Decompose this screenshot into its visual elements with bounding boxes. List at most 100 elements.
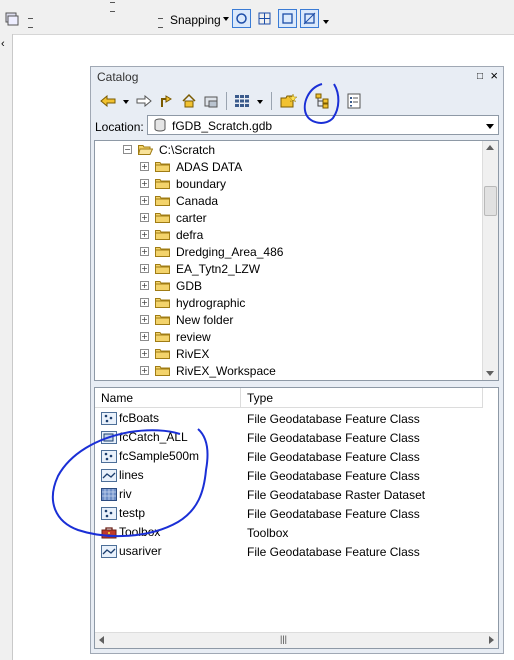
main-toolbar: Snapping bbox=[0, 0, 514, 35]
item-name: testp bbox=[119, 506, 146, 520]
item-name: fcBoats bbox=[119, 411, 160, 425]
expand-node-icon[interactable]: + bbox=[140, 281, 149, 290]
scroll-right-icon[interactable] bbox=[489, 636, 494, 644]
tree-node[interactable]: + carter bbox=[140, 209, 207, 226]
tree-node-label: C:\Scratch bbox=[159, 142, 216, 157]
folder-icon bbox=[155, 196, 170, 206]
snapping-options-dropdown-icon[interactable] bbox=[323, 20, 329, 24]
tree-node[interactable]: + EA_Tytn2_LZW bbox=[140, 260, 260, 277]
list-item[interactable]: fcBoats File Geodatabase Feature Class bbox=[95, 409, 483, 428]
connect-to-folder-icon[interactable] bbox=[202, 92, 220, 110]
snapping-menu[interactable]: Snapping bbox=[170, 13, 221, 27]
expand-node-icon[interactable]: + bbox=[140, 162, 149, 171]
new-folder-icon[interactable] bbox=[280, 92, 298, 110]
item-description-icon[interactable] bbox=[345, 92, 363, 110]
home-icon[interactable] bbox=[180, 92, 198, 110]
column-header-type[interactable]: Type bbox=[241, 388, 483, 408]
expand-node-icon[interactable]: + bbox=[140, 179, 149, 188]
point-snapping-button[interactable] bbox=[232, 9, 251, 28]
tree-node-label: EA_Tytn2_LZW bbox=[176, 261, 261, 276]
expand-node-icon[interactable]: + bbox=[140, 247, 149, 256]
expand-node-icon[interactable]: + bbox=[140, 332, 149, 341]
location-combobox[interactable]: fGDB_Scratch.gdb bbox=[147, 115, 499, 135]
tree-node-label: defra bbox=[176, 227, 204, 242]
folder-icon bbox=[155, 332, 170, 342]
chevron-down-icon[interactable] bbox=[486, 124, 494, 129]
toolbar-grip[interactable] bbox=[110, 2, 115, 12]
contents-horizontal-scrollbar[interactable]: ||| bbox=[95, 632, 498, 648]
tree-node-label: Canada bbox=[176, 193, 219, 208]
catalog-contents-list[interactable]: Name Type fcBoats File Geodatabase Featur… bbox=[94, 387, 499, 649]
list-item[interactable]: Toolbox Toolbox bbox=[95, 523, 483, 542]
scroll-left-icon[interactable] bbox=[99, 636, 104, 644]
tree-vertical-scrollbar[interactable] bbox=[482, 141, 498, 380]
item-type: File Geodatabase Feature Class bbox=[247, 450, 420, 464]
expand-node-icon[interactable]: + bbox=[140, 230, 149, 239]
tree-node[interactable]: + Canada bbox=[140, 192, 218, 209]
folder-icon bbox=[155, 213, 170, 223]
list-item[interactable]: fcSample500m File Geodatabase Feature Cla… bbox=[95, 447, 483, 466]
location-value: fGDB_Scratch.gdb bbox=[172, 119, 273, 133]
tree-node-label: ADAS DATA bbox=[176, 159, 243, 174]
edge-snapping-button[interactable] bbox=[300, 9, 319, 28]
list-item[interactable]: lines File Geodatabase Feature Class bbox=[95, 466, 483, 485]
catalog-tree[interactable]: − C:\Scratch + ADAS DATA + boundary + Canada +… bbox=[94, 140, 499, 381]
folder-icon bbox=[155, 281, 170, 291]
tree-node[interactable]: + RivEX bbox=[140, 345, 209, 362]
collapse-icon[interactable]: ‹ bbox=[1, 38, 5, 50]
expand-node-icon[interactable]: + bbox=[140, 366, 149, 375]
close-icon[interactable]: × bbox=[490, 68, 498, 83]
views-dropdown-icon[interactable] bbox=[257, 100, 263, 104]
line-feature-class-icon bbox=[101, 544, 117, 558]
scroll-down-icon[interactable] bbox=[486, 371, 494, 376]
expand-node-icon[interactable]: + bbox=[140, 213, 149, 222]
toolbar-grip[interactable] bbox=[158, 18, 163, 28]
tree-node[interactable]: + boundary bbox=[140, 175, 226, 192]
tree-node[interactable]: + Dredging_Area_486 bbox=[140, 243, 283, 260]
chevron-down-icon[interactable] bbox=[223, 17, 229, 21]
end-snapping-button[interactable] bbox=[256, 10, 273, 27]
back-dropdown-icon[interactable] bbox=[123, 100, 129, 104]
expand-node-icon[interactable]: + bbox=[140, 264, 149, 273]
expand-node-icon[interactable]: + bbox=[140, 298, 149, 307]
tree-node-label: RivEX bbox=[176, 346, 210, 361]
tree-node[interactable]: + ADAS DATA bbox=[140, 158, 242, 175]
list-item[interactable]: usariver File Geodatabase Feature Class bbox=[95, 542, 483, 561]
expand-node-icon[interactable]: + bbox=[140, 196, 149, 205]
up-one-level-icon[interactable] bbox=[158, 92, 176, 110]
location-label: Location: bbox=[95, 120, 144, 134]
list-item[interactable]: fcCatch_ALL File Geodatabase Feature Clas… bbox=[95, 428, 483, 447]
expand-node-icon[interactable]: + bbox=[140, 315, 149, 324]
vertex-snapping-button[interactable] bbox=[278, 9, 297, 28]
list-item[interactable]: riv File Geodatabase Raster Dataset bbox=[95, 485, 483, 504]
catalog-title: Catalog bbox=[97, 70, 139, 84]
tree-node[interactable]: + RivEX_Workspace bbox=[140, 362, 276, 379]
tree-node[interactable]: + defra bbox=[140, 226, 203, 243]
toggle-contents-panel-icon[interactable] bbox=[313, 92, 331, 110]
list-item[interactable]: testp File Geodatabase Feature Class bbox=[95, 504, 483, 523]
tree-node[interactable]: + hydrographic bbox=[140, 294, 245, 311]
tree-node[interactable]: + review bbox=[140, 328, 211, 345]
open-folder-icon bbox=[138, 145, 153, 155]
point-feature-class-icon bbox=[101, 506, 117, 520]
tree-node-label: boundary bbox=[176, 176, 227, 191]
tree-node-label: RivEX_Workspace bbox=[176, 363, 276, 378]
auto-hide-pin-icon[interactable]: □ bbox=[477, 71, 483, 82]
scroll-thumb-grip[interactable]: ||| bbox=[280, 634, 287, 644]
item-type: File Geodatabase Feature Class bbox=[247, 412, 420, 426]
forward-icon[interactable] bbox=[135, 92, 153, 110]
views-icon[interactable] bbox=[233, 92, 251, 110]
back-icon[interactable] bbox=[99, 92, 117, 110]
collapse-node-icon[interactable]: − bbox=[123, 145, 132, 154]
expand-node-icon[interactable]: + bbox=[140, 349, 149, 358]
toolbar-grip[interactable] bbox=[28, 18, 33, 28]
tree-node[interactable]: + GDB bbox=[140, 277, 202, 294]
raster-dataset-icon bbox=[101, 487, 117, 501]
point-feature-class-icon bbox=[101, 449, 117, 463]
catalog-window-icon[interactable] bbox=[5, 12, 19, 26]
scroll-up-icon[interactable] bbox=[486, 145, 494, 150]
tree-node-root[interactable]: − C:\Scratch bbox=[123, 141, 215, 158]
tree-node[interactable]: + New folder bbox=[140, 311, 233, 328]
scroll-thumb[interactable] bbox=[484, 186, 497, 216]
column-header-name[interactable]: Name bbox=[95, 388, 241, 408]
